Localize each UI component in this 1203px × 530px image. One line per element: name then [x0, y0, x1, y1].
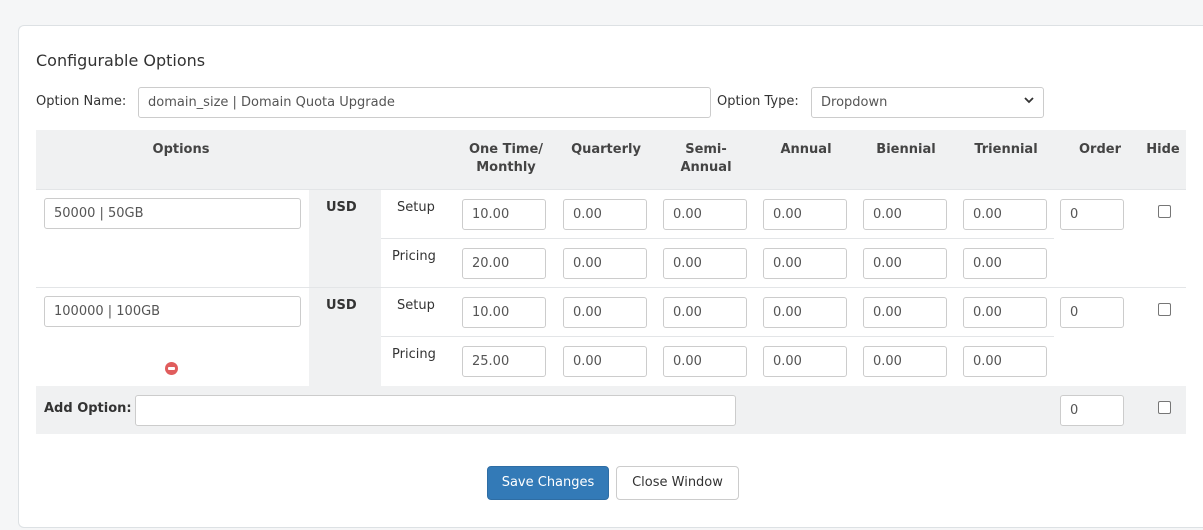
add-option-hide-checkbox[interactable] — [1158, 401, 1171, 414]
pricing-triennial-input[interactable] — [963, 248, 1047, 279]
pricing-one-time-monthly-input[interactable] — [462, 248, 546, 279]
setup-biennial-input[interactable] — [863, 199, 947, 230]
option-name-label: Option Name: — [36, 94, 127, 109]
setup-triennial-input[interactable] — [963, 297, 1047, 328]
currency-label: USD — [326, 298, 357, 313]
pricing-annual-input[interactable] — [763, 346, 847, 377]
pricing-annual-input[interactable] — [763, 248, 847, 279]
order-input[interactable] — [1060, 297, 1124, 328]
add-option-input[interactable] — [135, 395, 736, 426]
option-value-input[interactable] — [44, 198, 301, 229]
pricing-biennial-input[interactable] — [863, 248, 947, 279]
header-hide: Hide — [1146, 142, 1180, 157]
header-annual: Annual — [780, 142, 832, 157]
pricing-quarterly-input[interactable] — [563, 346, 647, 377]
configurable-options-panel: Configurable Options Option Name: Option… — [18, 25, 1203, 528]
header-biennial: Biennial — [876, 142, 936, 157]
header-quarterly: Quarterly — [571, 142, 641, 157]
row-divider — [381, 336, 1054, 337]
setup-one-time-monthly-input[interactable] — [462, 199, 546, 230]
header-one-time-monthly: One Time/ Monthly — [468, 142, 544, 175]
setup-quarterly-input[interactable] — [563, 297, 647, 328]
setup-biennial-input[interactable] — [863, 297, 947, 328]
pricing-label: Pricing — [392, 249, 436, 264]
option-type-label: Option Type: — [717, 94, 799, 109]
save-changes-button[interactable]: Save Changes — [487, 466, 609, 500]
setup-one-time-monthly-input[interactable] — [462, 297, 546, 328]
pricing-biennial-input[interactable] — [863, 346, 947, 377]
header-order: Order — [1079, 142, 1121, 157]
close-window-button[interactable]: Close Window — [616, 466, 739, 500]
pricing-semi-annual-input[interactable] — [663, 248, 747, 279]
setup-label: Setup — [397, 200, 435, 215]
setup-semi-annual-input[interactable] — [663, 297, 747, 328]
row-divider — [36, 189, 1186, 190]
chevron-down-icon — [1024, 97, 1034, 104]
setup-annual-input[interactable] — [763, 199, 847, 230]
options-table-header — [36, 130, 1186, 189]
add-option-order-input[interactable] — [1060, 395, 1124, 426]
setup-quarterly-input[interactable] — [563, 199, 647, 230]
header-triennial: Triennial — [974, 142, 1038, 157]
setup-annual-input[interactable] — [763, 297, 847, 328]
order-input[interactable] — [1060, 199, 1124, 230]
setup-semi-annual-input[interactable] — [663, 199, 747, 230]
row-divider — [36, 287, 1186, 288]
section-title: Configurable Options — [36, 51, 206, 70]
option-name-input[interactable] — [138, 87, 711, 118]
option-value-input[interactable] — [44, 296, 301, 327]
remove-icon[interactable] — [165, 362, 178, 375]
pricing-triennial-input[interactable] — [963, 346, 1047, 377]
hide-checkbox[interactable] — [1158, 205, 1171, 218]
setup-triennial-input[interactable] — [963, 199, 1047, 230]
setup-label: Setup — [397, 298, 435, 313]
option-type-select[interactable]: Dropdown — [811, 87, 1044, 118]
header-options: Options — [152, 142, 210, 157]
header-semi-annual: Semi- Annual — [680, 142, 732, 175]
option-type-value: Dropdown — [821, 95, 888, 110]
pricing-quarterly-input[interactable] — [563, 248, 647, 279]
row-divider — [381, 238, 1054, 239]
pricing-one-time-monthly-input[interactable] — [462, 346, 546, 377]
pricing-label: Pricing — [392, 347, 436, 362]
hide-checkbox[interactable] — [1158, 303, 1171, 316]
currency-label: USD — [326, 200, 357, 215]
pricing-semi-annual-input[interactable] — [663, 346, 747, 377]
add-option-label: Add Option: — [44, 401, 132, 416]
